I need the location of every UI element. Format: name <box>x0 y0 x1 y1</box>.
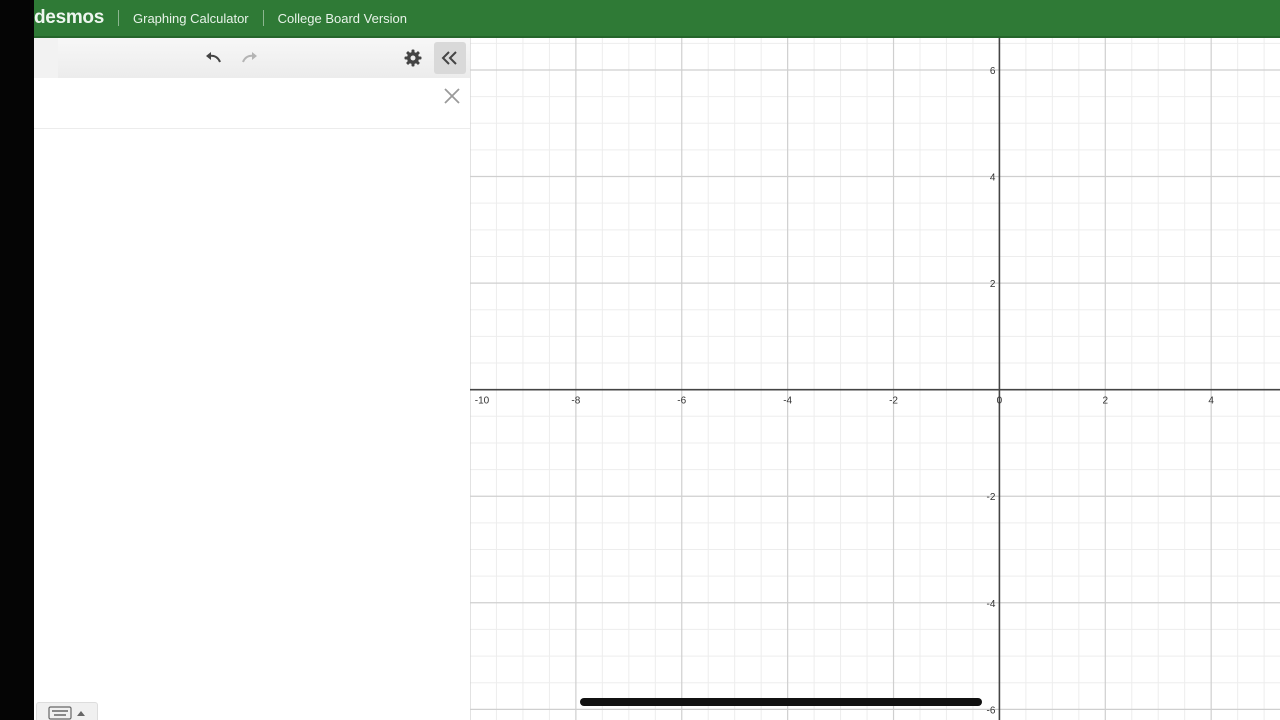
header-divider <box>118 10 120 26</box>
expression-row[interactable] <box>34 78 470 129</box>
keypad-toggle-button[interactable] <box>36 702 98 720</box>
gear-icon <box>404 49 422 67</box>
expression-panel <box>34 38 471 720</box>
x-tick-label: -2 <box>889 396 898 407</box>
x-tick-label: 4 <box>1208 396 1214 407</box>
expression-input[interactable] <box>68 92 428 114</box>
collapse-panel-button[interactable] <box>434 42 466 74</box>
expression-toolbar <box>34 38 470 79</box>
redo-button[interactable] <box>239 46 261 70</box>
redo-icon <box>242 52 257 63</box>
undo-icon <box>206 52 221 63</box>
undo-button[interactable] <box>202 46 224 70</box>
y-tick-label: 6 <box>990 66 996 77</box>
x-tick-label: 2 <box>1103 396 1109 407</box>
header-title-graphing-calculator: Graphing Calculator <box>133 10 249 26</box>
caret-up-icon <box>77 711 85 716</box>
top-header: desmos Graphing Calculator College Board… <box>34 0 1280 38</box>
x-tick-label: -6 <box>677 396 686 407</box>
desmos-app: desmos Graphing Calculator College Board… <box>34 0 1280 720</box>
y-tick-label: -2 <box>987 492 996 503</box>
y-tick-label: -6 <box>987 705 996 716</box>
home-indicator <box>580 698 982 706</box>
x-tick-label: -8 <box>571 396 580 407</box>
device-bezel <box>0 0 34 720</box>
y-tick-label: 4 <box>990 173 996 184</box>
header-divider <box>262 10 264 26</box>
y-tick-label: 2 <box>990 279 996 290</box>
keyboard-icon <box>48 706 72 720</box>
x-tick-label: -4 <box>783 396 792 407</box>
desmos-logo[interactable]: desmos <box>34 7 104 29</box>
close-icon <box>444 88 460 104</box>
x-tick-label: -10 <box>475 396 490 407</box>
graph-canvas[interactable]: -10 -8 -6 -4 -2 0 2 4 6 4 2 -2 -4 -6 <box>470 38 1280 720</box>
double-chevron-left-icon <box>441 51 457 65</box>
x-tick-label: 0 <box>997 396 1003 407</box>
y-tick-label: -4 <box>987 599 996 610</box>
graph-paper[interactable]: -10 -8 -6 -4 -2 0 2 4 6 4 2 -2 -4 -6 <box>470 38 1280 720</box>
settings-button[interactable] <box>402 47 424 69</box>
delete-expression-button[interactable] <box>442 86 464 108</box>
header-title-college-board-version: College Board Version <box>277 10 407 26</box>
